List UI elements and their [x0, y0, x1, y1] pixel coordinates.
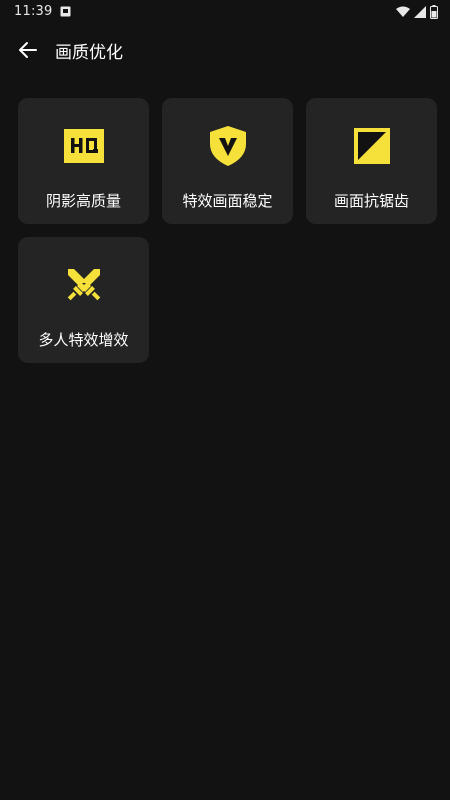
status-bar: 11:39	[0, 0, 450, 26]
battery-icon	[430, 5, 438, 19]
shield-icon	[208, 126, 248, 166]
signal-icon	[414, 6, 426, 18]
back-button[interactable]	[14, 36, 42, 64]
status-icons	[396, 5, 438, 19]
tile-label: 特效画面稳定	[182, 192, 273, 210]
crossed-swords-icon	[64, 265, 104, 305]
tile-shadow-quality[interactable]: 阴影高质量	[18, 98, 149, 224]
tile-multiplayer-effects[interactable]: 多人特效增效	[18, 237, 149, 363]
anti-alias-icon	[352, 126, 392, 166]
tile-label: 画面抗锯齿	[333, 192, 409, 210]
page-title: 画质优化	[55, 43, 123, 63]
tile-anti-aliasing[interactable]: 画面抗锯齿	[306, 98, 437, 224]
notification-icon	[60, 6, 71, 17]
wifi-icon	[396, 6, 410, 17]
hq-icon	[63, 126, 104, 166]
tile-label: 多人特效增效	[38, 331, 129, 349]
tile-effect-stable[interactable]: 特效画面稳定	[162, 98, 293, 224]
status-time: 11:39	[14, 4, 53, 19]
arrow-left-icon	[19, 42, 37, 58]
tile-label: 阴影高质量	[45, 192, 121, 210]
header: 画质优化	[0, 32, 450, 68]
